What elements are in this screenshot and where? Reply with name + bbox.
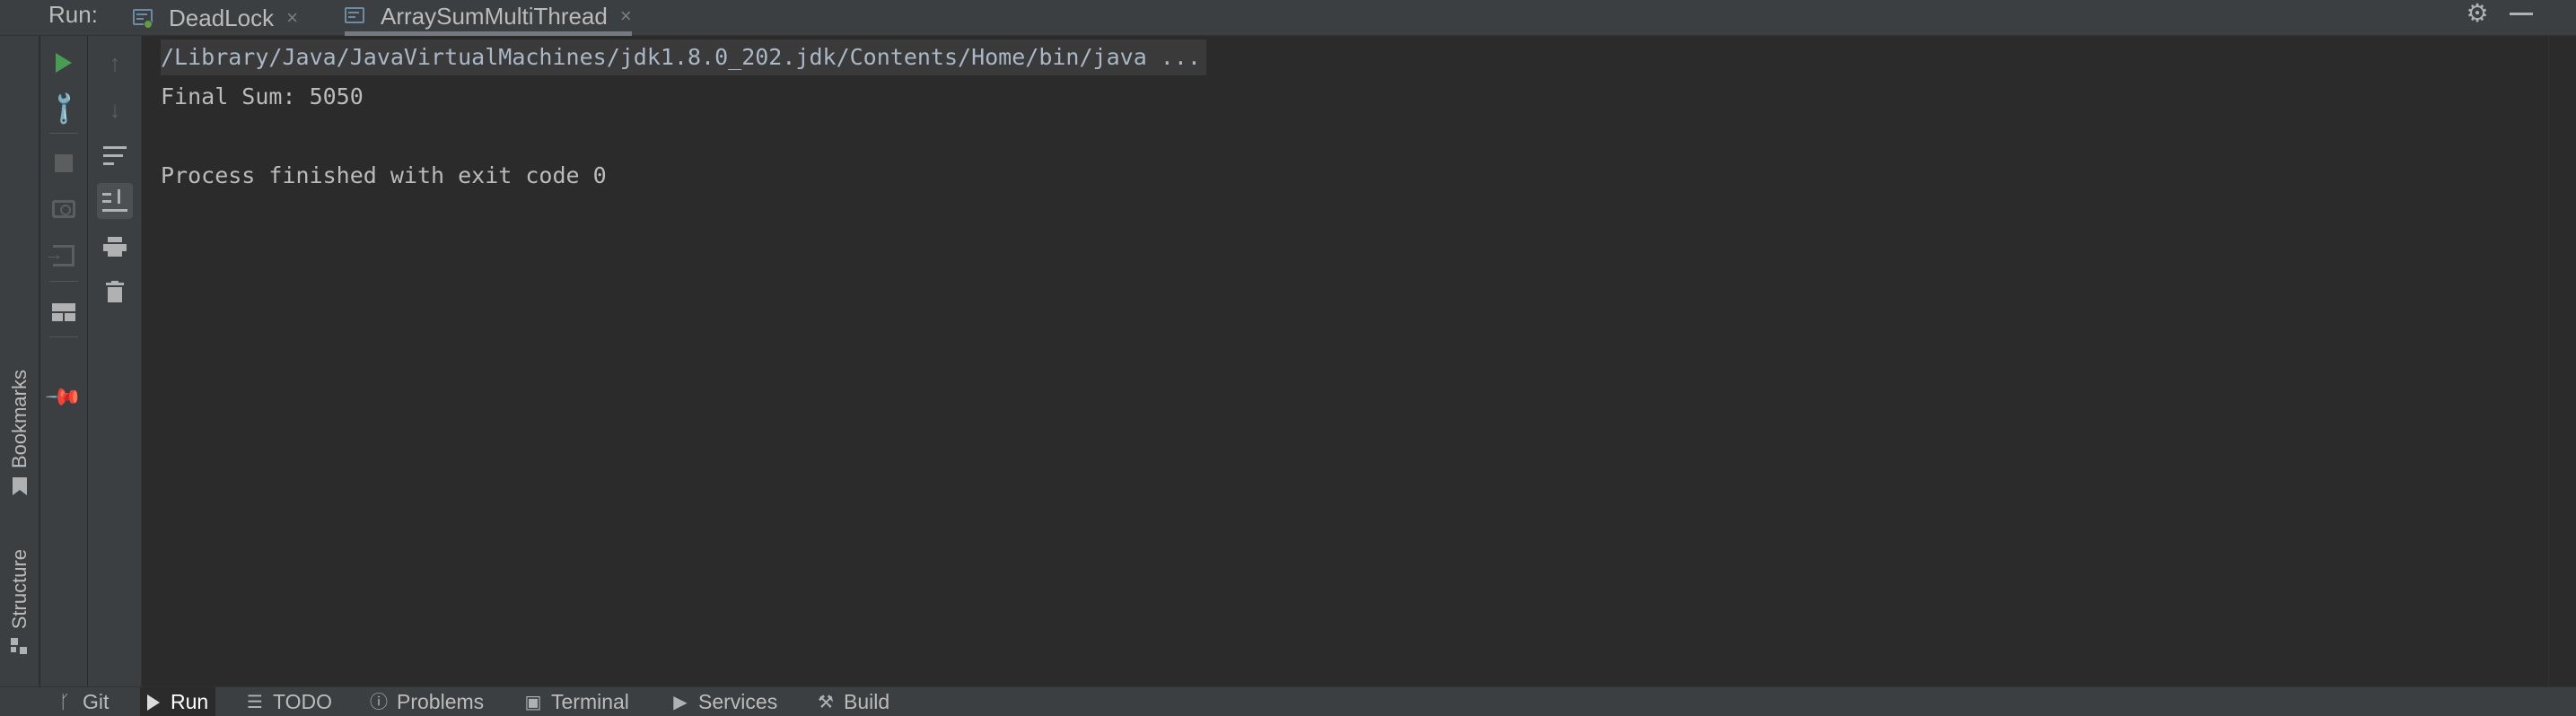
- tab-git[interactable]: ᚴ Git: [48, 687, 116, 716]
- rerun-button[interactable]: [46, 45, 82, 81]
- tab-git-label: Git: [83, 690, 110, 713]
- java-app-icon: [345, 5, 368, 27]
- toolbar-separator: [49, 336, 78, 337]
- tab-todo-label: TODO: [273, 690, 333, 713]
- modify-run-config-button[interactable]: 🔧: [44, 87, 84, 127]
- run-label: Run:: [48, 1, 98, 28]
- stop-button[interactable]: [46, 145, 82, 181]
- wrench-icon: 🔧: [44, 87, 84, 127]
- exit-code-line: Process finished with exit code 0: [161, 162, 607, 188]
- tab-run-label: Run: [171, 690, 209, 713]
- close-icon[interactable]: ×: [620, 2, 632, 31]
- console-scrollbar[interactable]: [2548, 36, 2576, 686]
- run-icon: [147, 694, 160, 711]
- pin-icon: 📌: [44, 376, 84, 416]
- tab-problems[interactable]: ⓘ Problems: [363, 687, 491, 716]
- tab-arraysummultithread[interactable]: ArraySumMultiThread ×: [345, 0, 632, 36]
- layout-button[interactable]: [46, 294, 82, 330]
- clear-all-button[interactable]: [97, 274, 133, 310]
- print-button[interactable]: [97, 229, 133, 265]
- restore-layout-button[interactable]: [44, 238, 82, 274]
- toolbar-separator: [49, 133, 78, 134]
- terminal-icon: ▣: [524, 692, 542, 712]
- up-stack-trace-button[interactable]: ↑: [97, 45, 133, 81]
- java-app-icon: [133, 7, 156, 29]
- bookmark-icon: [13, 477, 27, 496]
- minimize-icon[interactable]: [2510, 13, 2533, 15]
- gear-icon[interactable]: ⚙: [2463, 0, 2492, 29]
- tab-deadlock[interactable]: DeadLock ×: [133, 0, 298, 36]
- rerun-icon: [56, 53, 72, 73]
- structure-tool-tab[interactable]: Structure: [0, 549, 39, 656]
- down-stack-trace-button[interactable]: ↓: [97, 92, 133, 127]
- console-output[interactable]: /Library/Java/JavaVirtualMachines/jdk1.8…: [143, 36, 2548, 686]
- command-line[interactable]: /Library/Java/JavaVirtualMachines/jdk1.8…: [161, 39, 1206, 75]
- tab-services[interactable]: ▶ Services: [664, 687, 784, 716]
- tab-build[interactable]: ⚒ Build: [810, 687, 897, 716]
- run-tab-bar: Run: DeadLock × ArraySumMultiThread × ⚙: [0, 0, 2576, 36]
- tab-run[interactable]: Run: [140, 687, 216, 716]
- tab-deadlock-label: DeadLock: [169, 4, 275, 31]
- toolbar-separator: [49, 281, 78, 282]
- git-branch-icon: ᚴ: [59, 692, 70, 712]
- console-actions-toolbar: ↑ ↓: [88, 36, 142, 686]
- close-icon[interactable]: ×: [286, 4, 298, 32]
- problems-icon: ⓘ: [370, 692, 388, 712]
- exit-icon: [44, 242, 74, 266]
- tool-window-bar: ᚴ Git Run ☰ TODO ⓘ Problems ▣ Terminal ▶…: [0, 686, 2576, 716]
- stop-icon: [55, 154, 73, 172]
- output-line: Final Sum: 5050: [161, 83, 364, 109]
- tab-build-label: Build: [844, 690, 890, 713]
- print-icon: [103, 237, 127, 257]
- tab-terminal-label: Terminal: [551, 690, 629, 713]
- layout-icon: [52, 303, 75, 321]
- run-tool-window: Run: DeadLock × ArraySumMultiThread × ⚙ …: [0, 0, 2576, 716]
- structure-label: Structure: [8, 549, 31, 630]
- trash-icon: [106, 281, 124, 302]
- left-tool-strip: Bookmarks Structure: [0, 36, 39, 686]
- soft-wrap-icon: [103, 146, 127, 166]
- pin-tab-button[interactable]: 📌: [44, 376, 84, 416]
- bookmarks-label: Bookmarks: [8, 370, 31, 469]
- hammer-icon: ⚒: [818, 692, 834, 712]
- arrow-down-icon: ↓: [109, 96, 121, 123]
- tab-terminal[interactable]: ▣ Terminal: [517, 687, 636, 716]
- todo-list-icon: ☰: [247, 692, 263, 712]
- tab-todo[interactable]: ☰ TODO: [239, 687, 339, 716]
- arrow-up-icon: ↑: [109, 49, 121, 76]
- structure-icon: [11, 638, 29, 656]
- scroll-to-end-icon: [102, 189, 127, 213]
- scroll-to-end-button[interactable]: [97, 183, 133, 219]
- camera-icon: [52, 200, 75, 218]
- soft-wrap-button[interactable]: [97, 138, 133, 174]
- bookmarks-tool-tab[interactable]: Bookmarks: [0, 370, 39, 496]
- tab-arraysummultithread-label: ArraySumMultiThread: [381, 2, 608, 30]
- dump-threads-button[interactable]: [46, 191, 82, 227]
- services-icon: ▶: [673, 692, 688, 712]
- tab-services-label: Services: [698, 690, 778, 713]
- run-actions-toolbar: 🔧 📌: [40, 36, 87, 686]
- tab-problems-label: Problems: [397, 690, 485, 713]
